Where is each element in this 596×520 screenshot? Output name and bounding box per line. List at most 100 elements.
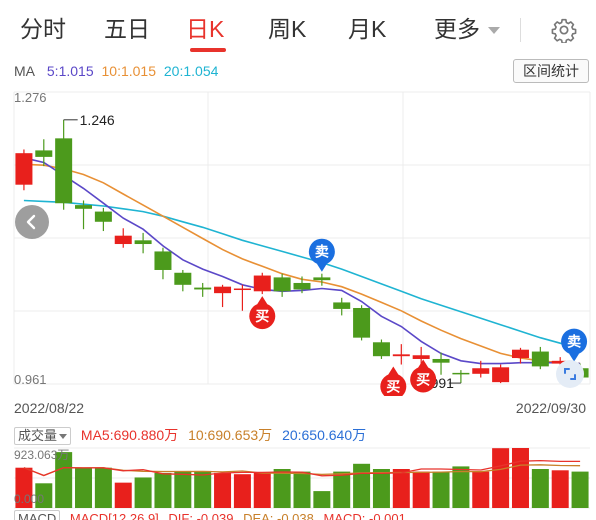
candle xyxy=(531,346,549,370)
macd-dif: DIF: -0.039 xyxy=(168,511,234,520)
ma20-value: 20:1.054 xyxy=(163,63,219,79)
volume-ma10: 10:690.653万 xyxy=(188,427,273,443)
range-stats-button[interactable]: 区间统计 xyxy=(513,59,589,83)
volume-bar xyxy=(432,471,450,508)
candle-body xyxy=(531,351,549,367)
buy-signal-icon-label: 买 xyxy=(255,309,269,325)
chevron-down-icon xyxy=(488,27,500,35)
candle xyxy=(154,247,172,280)
volume-bar xyxy=(273,468,291,508)
ma20-line xyxy=(23,199,581,350)
high-price-label: 1.246 xyxy=(80,112,115,128)
kline-chart[interactable]: 1.246 0.991 卖卖买买买 1.276 0.961 xyxy=(0,84,596,400)
volume-bar xyxy=(313,491,331,508)
candle-body xyxy=(94,211,112,222)
candle-body xyxy=(174,272,192,285)
gear-icon[interactable] xyxy=(551,17,577,43)
scroll-left-button[interactable] xyxy=(15,205,49,239)
sell-signal-icon: 卖 xyxy=(308,238,335,272)
volume-bar xyxy=(511,448,529,508)
tab-five-day[interactable]: 五日 xyxy=(104,14,150,44)
tab-monthly-k[interactable]: 月K xyxy=(348,14,386,44)
volume-bar xyxy=(214,472,232,508)
buy-signal-icon: 买 xyxy=(249,296,276,330)
period-tab-bar: 分时 五日 日K 周K 月K 更多 xyxy=(0,0,596,58)
volume-bar xyxy=(333,471,351,508)
candle xyxy=(233,284,251,311)
candle-body xyxy=(15,153,33,185)
candle xyxy=(214,284,232,308)
candles xyxy=(15,119,589,384)
tab-daily-k[interactable]: 日K xyxy=(186,14,224,44)
tab-weekly-k[interactable]: 周K xyxy=(268,14,306,44)
candle-body xyxy=(214,286,232,294)
candle xyxy=(511,347,529,364)
volume-selector-label: 成交量 xyxy=(18,428,58,443)
price-axis-bottom: 0.961 xyxy=(14,372,47,387)
candle-body xyxy=(194,287,212,290)
candle xyxy=(94,207,112,232)
candle-body xyxy=(353,307,371,338)
volume-ma20: 20:650.640万 xyxy=(282,427,367,443)
volume-bar xyxy=(372,468,390,508)
volume-bar xyxy=(353,463,371,508)
candle-body xyxy=(154,251,172,270)
candle-body xyxy=(114,235,132,245)
candle-body xyxy=(253,275,271,292)
candle xyxy=(114,228,132,248)
date-start: 2022/08/22 xyxy=(14,400,85,416)
candle-body xyxy=(432,358,450,363)
volume-bar xyxy=(174,470,192,508)
volume-bar xyxy=(75,468,93,508)
candle-body xyxy=(233,288,251,291)
expand-icon xyxy=(564,368,576,380)
volume-bar xyxy=(293,471,311,508)
candle-body xyxy=(333,302,351,309)
volume-bar xyxy=(571,471,589,508)
tab-intraday[interactable]: 分时 xyxy=(20,14,66,44)
price-axis-top: 1.276 xyxy=(14,90,47,105)
candle xyxy=(134,232,152,254)
volume-indicator-selector[interactable]: 成交量 xyxy=(14,427,72,445)
volume-axis-min: 0.000 xyxy=(14,492,45,506)
ma5-line xyxy=(23,157,581,365)
candle-body xyxy=(412,355,430,359)
volume-chart[interactable]: 923.063万 0.000 xyxy=(0,444,596,510)
volume-bar xyxy=(452,466,470,508)
date-axis: 2022/08/22 2022/09/30 xyxy=(0,398,596,418)
candle xyxy=(15,149,33,191)
macd-dea: DEA: -0.038 xyxy=(243,511,314,520)
candle-body xyxy=(55,138,73,204)
volume-bar xyxy=(154,472,172,508)
buy-signal-icon: 买 xyxy=(410,359,437,393)
volume-bar xyxy=(531,468,549,508)
sell-signal-icon: 卖 xyxy=(561,328,588,362)
tab-more[interactable]: 更多 xyxy=(434,14,500,44)
candle-body xyxy=(273,277,291,292)
candle xyxy=(273,273,291,297)
candle xyxy=(35,139,53,167)
volume-bar xyxy=(233,474,251,508)
ma-lines xyxy=(23,157,581,365)
candle-body xyxy=(134,240,152,245)
buy-signal-icon-label: 买 xyxy=(386,380,400,396)
candle xyxy=(333,297,351,316)
volume-bars xyxy=(15,448,589,508)
candle xyxy=(174,269,192,292)
candle-body xyxy=(492,367,510,383)
candle-body xyxy=(75,205,93,209)
macd-indicator-selector[interactable]: MACD xyxy=(14,510,61,520)
volume-bar xyxy=(114,482,132,508)
volume-axis-max: 923.063万 xyxy=(14,448,70,462)
macd-legend: MACD MACD[12,26,9] DIF: -0.039 DEA: -0.0… xyxy=(14,510,412,520)
ma10-line xyxy=(23,163,581,365)
sell-signal-icon-label: 卖 xyxy=(315,244,329,261)
fullscreen-button[interactable] xyxy=(556,360,584,388)
candle xyxy=(492,364,510,384)
ma-legend: MA 5:1.015 10:1.015 20:1.054 xyxy=(14,62,222,80)
kline-grid xyxy=(13,91,591,385)
tab-divider xyxy=(520,18,521,42)
candle xyxy=(452,370,470,384)
volume-plot xyxy=(14,447,590,509)
candle xyxy=(55,119,73,210)
